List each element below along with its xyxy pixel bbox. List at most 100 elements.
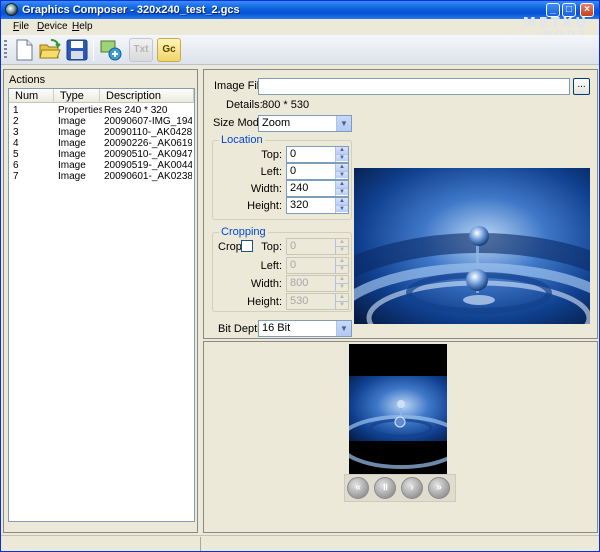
row-type: Image bbox=[58, 149, 86, 160]
location-top-input[interactable]: 0 ▲ ▼ bbox=[286, 146, 349, 163]
actions-list-header: Num Type Description bbox=[9, 89, 194, 103]
crop-height-input[interactable]: 530 ▲ ▼ bbox=[286, 293, 349, 310]
brand-line1: METKU bbox=[522, 16, 589, 31]
device-screen-image bbox=[349, 344, 447, 474]
location-height-label: Height: bbox=[247, 200, 282, 212]
location-left-value: 0 bbox=[290, 165, 297, 177]
table-row[interactable]: 7 Image 20090601-_AK02384 bbox=[9, 171, 194, 182]
actions-list[interactable]: Num Type Description 1 Properties Res 240 … bbox=[8, 88, 195, 522]
spin-up-icon[interactable]: ▲ bbox=[336, 276, 348, 283]
window-title: Graphics Composer - 320x240_test_2.gcs bbox=[22, 4, 240, 16]
location-top-spinner[interactable]: ▲ ▼ bbox=[335, 147, 348, 162]
location-left-input[interactable]: 0 ▲ ▼ bbox=[286, 163, 349, 180]
spin-up-icon[interactable]: ▲ bbox=[336, 294, 348, 301]
menu-help[interactable]: Help bbox=[72, 21, 93, 32]
row-desc: 20090607-IMG_1946 bbox=[104, 116, 192, 127]
details-label: Details: bbox=[226, 99, 263, 111]
text-tool-icon[interactable]: Txt bbox=[129, 38, 153, 62]
column-type[interactable]: Type bbox=[54, 89, 100, 103]
menu-device[interactable]: Device bbox=[37, 21, 68, 32]
location-width-value: 240 bbox=[290, 182, 309, 194]
actions-title: Actions bbox=[9, 74, 46, 86]
spin-down-icon[interactable]: ▼ bbox=[336, 283, 348, 290]
spin-down-icon[interactable]: ▼ bbox=[336, 265, 348, 272]
compile-icon[interactable]: Gc bbox=[157, 38, 181, 62]
toolbar-grip[interactable] bbox=[4, 40, 7, 60]
row-type: Image bbox=[58, 160, 86, 171]
column-description[interactable]: Description bbox=[100, 89, 194, 103]
menu-device-label: evice bbox=[44, 21, 68, 32]
table-row[interactable]: 2 Image 20090607-IMG_1946 bbox=[9, 116, 194, 127]
crop-top-spinner[interactable]: ▲ ▼ bbox=[335, 239, 348, 254]
new-file-icon[interactable] bbox=[12, 38, 36, 62]
size-mode-select[interactable]: Zoom ▼ bbox=[258, 115, 352, 132]
table-row[interactable]: 3 Image 20090110-_AK04282 bbox=[9, 127, 194, 138]
pause-button[interactable]: ॥ bbox=[374, 477, 396, 499]
spin-down-icon[interactable]: ▼ bbox=[336, 171, 348, 178]
location-top-value: 0 bbox=[290, 148, 297, 160]
crop-width-input[interactable]: 800 ▲ ▼ bbox=[286, 275, 349, 292]
row-num: 2 bbox=[13, 116, 19, 127]
close-button[interactable]: × bbox=[580, 3, 594, 17]
spin-down-icon[interactable]: ▼ bbox=[336, 246, 348, 253]
crop-width-label: Width: bbox=[250, 278, 282, 290]
open-folder-icon[interactable] bbox=[38, 38, 62, 62]
next-frame-button[interactable]: » bbox=[428, 477, 450, 499]
column-num[interactable]: Num bbox=[9, 89, 54, 103]
location-width-spinner[interactable]: ▲ ▼ bbox=[335, 181, 348, 196]
play-button[interactable]: › bbox=[401, 477, 423, 499]
row-desc: 20090601-_AK02384 bbox=[104, 171, 192, 182]
status-bar bbox=[1, 535, 599, 551]
chevron-down-icon[interactable]: ▼ bbox=[336, 321, 351, 336]
bit-depth-value: 16 Bit bbox=[262, 322, 291, 334]
size-mode-value: Zoom bbox=[262, 117, 291, 129]
location-height-input[interactable]: 320 ▲ ▼ bbox=[286, 197, 349, 214]
menu-file[interactable]: File bbox=[13, 21, 29, 32]
spin-down-icon[interactable]: ▼ bbox=[336, 154, 348, 161]
status-divider bbox=[200, 537, 201, 551]
row-num: 5 bbox=[13, 149, 19, 160]
spin-down-icon[interactable]: ▼ bbox=[336, 188, 348, 195]
row-num: 7 bbox=[13, 171, 19, 182]
crop-height-spinner[interactable]: ▲ ▼ bbox=[335, 294, 348, 309]
location-height-spinner[interactable]: ▲ ▼ bbox=[335, 198, 348, 213]
crop-top-input[interactable]: 0 ▲ ▼ bbox=[286, 238, 349, 255]
table-row[interactable]: 5 Image 20090510-_AK09471 bbox=[9, 149, 194, 160]
image-file-input[interactable] bbox=[258, 78, 570, 95]
save-disk-icon[interactable] bbox=[65, 38, 89, 62]
device-screen bbox=[349, 344, 447, 474]
location-width-input[interactable]: 240 ▲ ▼ bbox=[286, 180, 349, 197]
crop-height-value: 530 bbox=[290, 295, 309, 307]
spin-up-icon[interactable]: ▲ bbox=[336, 239, 348, 246]
crop-width-spinner[interactable]: ▲ ▼ bbox=[335, 276, 348, 291]
crop-left-input[interactable]: 0 ▲ ▼ bbox=[286, 257, 349, 274]
spin-down-icon[interactable]: ▼ bbox=[336, 205, 348, 212]
spin-up-icon[interactable]: ▲ bbox=[336, 147, 348, 154]
chevron-down-icon[interactable]: ▼ bbox=[336, 116, 351, 131]
table-row[interactable]: 4 Image 20090226-_AK06196 bbox=[9, 138, 194, 149]
location-group-title: Location bbox=[219, 134, 265, 146]
location-left-spinner[interactable]: ▲ ▼ bbox=[335, 164, 348, 179]
spin-down-icon[interactable]: ▼ bbox=[336, 301, 348, 308]
row-num: 4 bbox=[13, 138, 19, 149]
first-frame-button[interactable]: « bbox=[347, 477, 369, 499]
crop-left-spinner[interactable]: ▲ ▼ bbox=[335, 258, 348, 273]
spin-up-icon[interactable]: ▲ bbox=[336, 258, 348, 265]
minimize-button[interactable]: _ bbox=[546, 3, 560, 17]
table-row[interactable]: 6 Image 20090519-_AK00449 bbox=[9, 160, 194, 171]
spin-up-icon[interactable]: ▲ bbox=[336, 164, 348, 171]
crop-top-label: Top: bbox=[261, 241, 282, 253]
device-preview-panel: « ॥ › » bbox=[203, 341, 598, 533]
crop-top-value: 0 bbox=[290, 240, 297, 252]
maximize-button[interactable]: □ bbox=[562, 3, 576, 17]
bit-depth-select[interactable]: 16 Bit ▼ bbox=[258, 320, 352, 337]
add-image-icon[interactable] bbox=[99, 38, 123, 62]
row-num: 1 bbox=[13, 105, 19, 116]
browse-button[interactable]: ... bbox=[573, 78, 590, 95]
row-desc: 20090510-_AK09471 bbox=[104, 149, 192, 160]
spin-up-icon[interactable]: ▲ bbox=[336, 181, 348, 188]
spin-up-icon[interactable]: ▲ bbox=[336, 198, 348, 205]
properties-panel: Image File: ... Details: 800 * 530 Size … bbox=[203, 69, 598, 339]
table-row[interactable]: 1 Properties Res 240 * 320 bbox=[9, 105, 194, 116]
toolbar: Txt Gc bbox=[1, 35, 599, 65]
